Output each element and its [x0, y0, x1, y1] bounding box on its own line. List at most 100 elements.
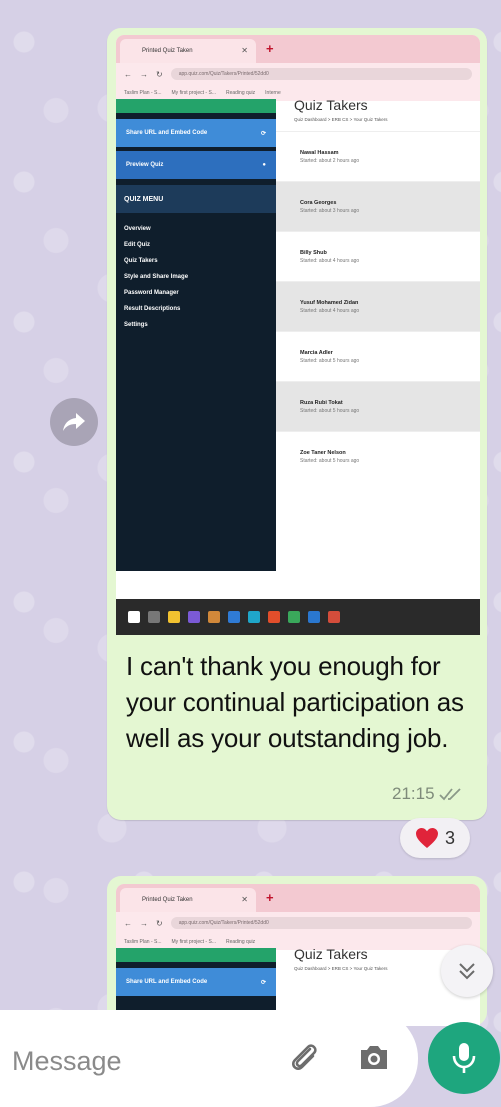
taker-name: Marcia Adler	[300, 349, 333, 356]
attach-button[interactable]	[288, 1040, 322, 1081]
message-text: I can't thank you enough for your contin…	[126, 651, 464, 753]
microphone-icon	[452, 1043, 476, 1073]
double-chevron-down-icon	[459, 963, 475, 980]
bookmark-item: Reading quiz	[225, 939, 256, 945]
share-icon: ⟳	[260, 979, 266, 986]
teams-icon	[188, 611, 200, 623]
double-check-icon	[438, 788, 461, 801]
browser-tab: Printed Quiz Taken ✕	[120, 39, 256, 63]
windows-start-icon	[128, 611, 140, 623]
taker-status: Started: about 2 hours ago	[300, 157, 360, 164]
back-icon: ←	[124, 918, 132, 928]
task-view-icon	[148, 611, 160, 623]
quiz-menu-list: Overview Edit Quiz Quiz Takers Style and…	[116, 213, 276, 333]
forward-nav-icon: →	[140, 918, 148, 928]
message-time: 21:15	[392, 784, 435, 803]
bookmark-item: Taslim Plan - S...	[124, 90, 162, 96]
taker-status: Started: about 3 hours ago	[300, 207, 360, 214]
bookmark-item: My first project - S...	[171, 90, 216, 96]
new-tab-icon: +	[266, 890, 274, 905]
page-title: Quiz Takers	[294, 97, 368, 113]
share-url-button: Share URL and Embed Code ⟳	[116, 968, 276, 996]
reload-icon: ↻	[156, 69, 163, 79]
green-header-strip	[116, 99, 276, 113]
taker-name: Ruza Rubi Tokat	[300, 399, 343, 406]
taker-status: Started: about 4 hours ago	[300, 257, 360, 264]
breadcrumb: Quiz Dashboard > ERB CS > Your Quiz Take…	[294, 117, 388, 122]
share-icon: ⟳	[260, 130, 266, 137]
shared-screenshot-image[interactable]: Printed Quiz Taken ✕ + ← → ↻ app.quiz.co…	[116, 35, 480, 635]
taker-name: Yusuf Mohamed Zidan	[300, 299, 359, 306]
taker-status: Started: about 4 hours ago	[300, 307, 360, 314]
voice-record-button[interactable]	[428, 1022, 500, 1094]
taker-name: Nawal Hassam	[300, 149, 339, 156]
browser-tab-bar: Printed Quiz Taken ✕ +	[116, 884, 480, 912]
paperclip-icon	[292, 1044, 317, 1070]
share-url-button: Share URL and Embed Code ⟳	[116, 119, 276, 147]
message-input[interactable]	[10, 1040, 274, 1082]
eye-icon: ●	[262, 162, 266, 168]
mail-icon	[228, 611, 240, 623]
url-field: app.quiz.com/Quiz/Takers/Printed/52dd0	[170, 68, 472, 80]
bookmark-item: Taslim Plan - S...	[124, 939, 162, 945]
tab-close-icon: ✕	[241, 895, 248, 904]
forward-icon	[63, 413, 85, 431]
taker-row: Cora Georges Started: about 3 hours ago	[276, 181, 480, 231]
taker-row: Nawal Hassam Started: about 2 hours ago	[276, 131, 480, 181]
camera-button[interactable]	[358, 1042, 390, 1077]
browser-address-bar: ← → ↻ app.quiz.com/Quiz/Takers/Printed/5…	[116, 63, 480, 85]
bookmark-item: Interne	[265, 90, 281, 96]
taker-name: Billy Shub	[300, 249, 327, 256]
bookmark-item: Reading quiz	[225, 90, 256, 96]
url-field: app.quiz.com/Quiz/Takers/Printed/52dd0	[170, 917, 472, 929]
scroll-to-bottom-button[interactable]	[441, 945, 493, 997]
message-composer	[0, 1010, 418, 1107]
green-header-strip	[116, 948, 276, 962]
app-icon	[308, 611, 320, 623]
menu-item-password: Password Manager	[124, 290, 179, 296]
camera-icon	[361, 1046, 387, 1069]
taker-status: Started: about 5 hours ago	[300, 357, 360, 364]
quiz-app: Share URL and Embed Code ⟳ Preview Quiz …	[116, 97, 480, 635]
chrome-icon	[288, 611, 300, 623]
back-icon: ←	[124, 69, 132, 79]
menu-item-overview: Overview	[124, 226, 151, 232]
preview-quiz-button: Preview Quiz ●	[116, 151, 276, 179]
app-icon	[328, 611, 340, 623]
quiz-main-panel: Quiz Takers Quiz Dashboard > ERB CS > Yo…	[276, 97, 480, 571]
taker-name: Zoe Taner Nelson	[300, 449, 346, 456]
taker-status: Started: about 5 hours ago	[300, 457, 360, 464]
menu-item-quiz-takers: Quiz Takers	[124, 258, 158, 264]
taker-row: Billy Shub Started: about 4 hours ago	[276, 231, 480, 281]
bookmark-item: My first project - S...	[171, 939, 216, 945]
message-timestamp: 21:15	[392, 784, 463, 804]
menu-item-settings: Settings	[124, 322, 148, 328]
browser-tab-title: Printed Quiz Taken	[142, 48, 193, 54]
edge-icon	[248, 611, 260, 623]
share-url-label: Share URL and Embed Code	[126, 130, 208, 136]
menu-item-edit-quiz: Edit Quiz	[124, 242, 150, 248]
quiz-sidebar: Share URL and Embed Code ⟳ Preview Quiz …	[116, 99, 276, 571]
new-tab-icon: +	[266, 41, 274, 56]
reload-icon: ↻	[156, 918, 163, 928]
windows-taskbar	[116, 599, 480, 635]
taker-row: Ruza Rubi Tokat Started: about 5 hours ag…	[276, 381, 480, 431]
taker-row: Marcia Adler Started: about 5 hours ago	[276, 331, 480, 381]
forward-button[interactable]	[50, 398, 98, 446]
tab-close-icon: ✕	[241, 46, 248, 55]
reaction-count: 3	[444, 827, 455, 848]
reaction-badge[interactable]: 3	[400, 818, 470, 858]
taker-status: Started: about 5 hours ago	[300, 407, 360, 414]
menu-item-style-share: Style and Share Image	[124, 274, 189, 280]
app-icon	[208, 611, 220, 623]
browser-tab-bar: Printed Quiz Taken ✕ +	[116, 35, 480, 63]
browser-tab-title: Printed Quiz Taken	[142, 897, 193, 903]
forward-nav-icon: →	[140, 69, 148, 79]
file-explorer-icon	[168, 611, 180, 623]
taker-row: Yusuf Mohamed Zidan Started: about 4 hour…	[276, 281, 480, 331]
taker-row: Zoe Taner Nelson Started: about 5 hours a…	[276, 431, 480, 481]
heart-icon	[415, 828, 438, 848]
taker-name: Cora Georges	[300, 199, 337, 206]
shared-screenshot-image-2[interactable]: Printed Quiz Taken ✕ + ← → ↻ app.quiz.co…	[116, 884, 480, 1026]
share-url-label: Share URL and Embed Code	[126, 979, 208, 985]
